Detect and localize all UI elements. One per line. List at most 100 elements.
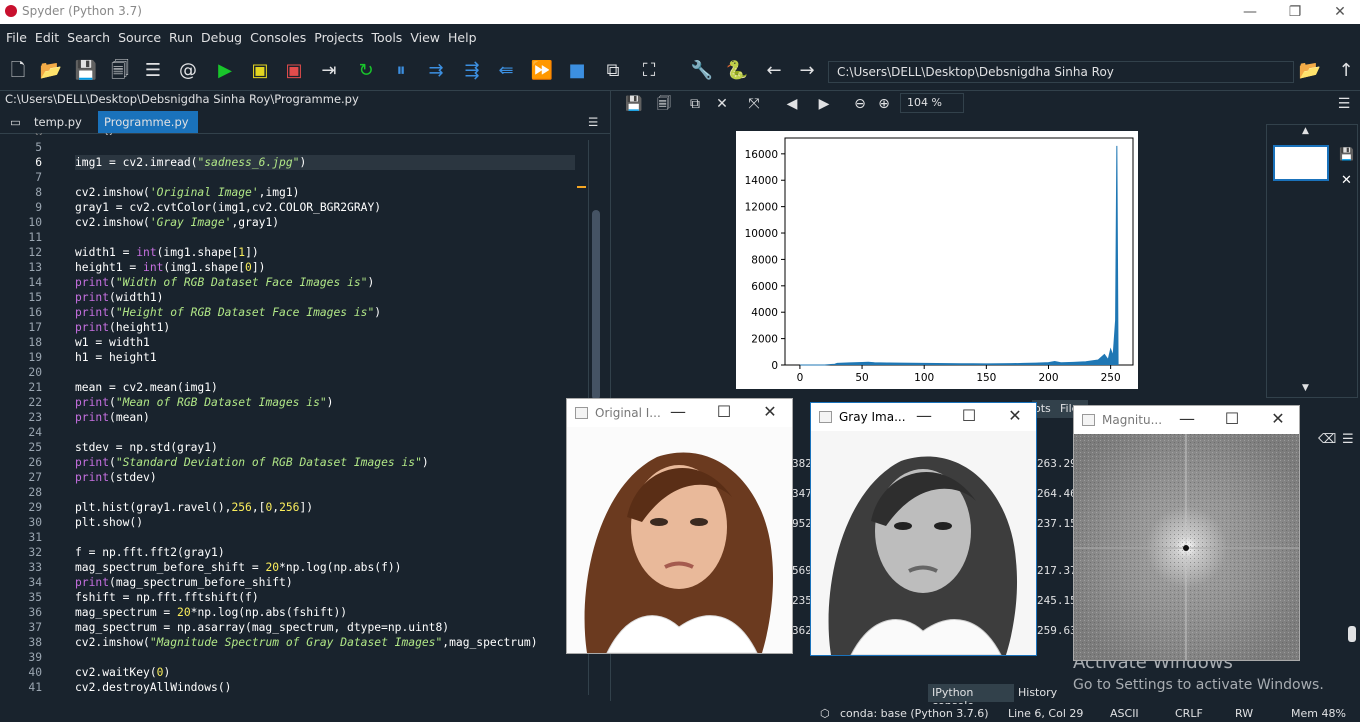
thumb-close-icon[interactable]: ✕ [1341, 173, 1352, 188]
run-cell-icon[interactable]: ▣ [248, 60, 272, 82]
thumbs-scroll-up-icon[interactable]: ▲ [1302, 126, 1309, 136]
code-line[interactable]: mean = cv2.mean(img1) [75, 380, 575, 395]
code-line[interactable] [75, 365, 575, 380]
menu-tools[interactable]: Tools [366, 24, 405, 45]
plot-thumbnail[interactable] [1273, 145, 1329, 181]
editor-scroll-thumb[interactable] [592, 210, 600, 400]
preferences-icon[interactable]: 🔧 [690, 60, 714, 82]
thumbs-scroll-down-icon[interactable]: ▼ [1302, 383, 1309, 393]
code-line[interactable]: mag_spectrum_before_shift = 20*np.log(np… [75, 560, 575, 575]
menu-projects[interactable]: Projects [308, 24, 365, 45]
menu-help[interactable]: Help [442, 24, 479, 45]
zoom-level-input[interactable]: 104 % [900, 93, 964, 113]
clear-console-icon[interactable]: ⌫ [1318, 432, 1336, 447]
code-line[interactable]: mag_spectrum = np.asarray(mag_spectrum, … [75, 620, 575, 635]
code-line[interactable]: print("Standard Deviation of RGB Dataset… [75, 455, 575, 470]
maximize-icon[interactable]: ☐ [709, 402, 739, 421]
original-image-window[interactable]: Original I... — ☐ ✕ [566, 398, 793, 654]
magnitude-spectrum-window[interactable]: Magnitu... — ☐ ✕ [1073, 405, 1300, 661]
code-line[interactable]: print("Mean of RGB Dataset Images is") [75, 395, 575, 410]
debug-icon[interactable]: ⏸ [389, 60, 413, 82]
menu-file[interactable]: File [0, 24, 29, 45]
list-icon[interactable]: ☰ [141, 60, 165, 82]
thumb-save-icon[interactable]: 💾 [1339, 147, 1354, 161]
menu-debug[interactable]: Debug [195, 24, 244, 45]
code-line[interactable]: mag_spectrum = 20*np.log(np.abs(fshift)) [75, 605, 575, 620]
maximize-icon[interactable]: ☐ [1217, 409, 1247, 428]
code-line[interactable]: h1 = height1 [75, 350, 575, 365]
step-icon[interactable]: ⇉ [424, 60, 448, 82]
code-line[interactable] [75, 485, 575, 500]
console-options-icon[interactable]: ☰ [1342, 432, 1354, 447]
remove-all-plots-icon[interactable]: ⤧ [742, 93, 766, 115]
code-line[interactable] [75, 140, 575, 155]
code-line[interactable]: plt.show() [75, 515, 575, 530]
code-line[interactable] [75, 425, 575, 440]
code-line[interactable]: print(height1) [75, 320, 575, 335]
zoom-in-icon[interactable]: ⊕ [872, 93, 896, 115]
run-cell-advance-icon[interactable]: ▣ [282, 60, 306, 82]
code-line[interactable]: w1 = width1 [75, 335, 575, 350]
minimize-icon[interactable]: — [909, 406, 939, 425]
menu-search[interactable]: Search [61, 24, 112, 45]
save-icon[interactable]: 💾 [74, 60, 98, 82]
code-line[interactable]: height1 = int(img1.shape[0]) [75, 260, 575, 275]
code-line[interactable]: print(mean) [75, 410, 575, 425]
code-line[interactable]: print("Width of RGB Dataset Face Images … [75, 275, 575, 290]
menu-edit[interactable]: Edit [29, 24, 61, 45]
menu-view[interactable]: View [404, 24, 442, 45]
stop-icon[interactable]: ■ [565, 60, 589, 82]
code-line[interactable]: print(width1) [75, 290, 575, 305]
python-path-icon[interactable]: 🐍 [725, 60, 749, 82]
save-all-plots-icon[interactable]: 🗐 [652, 93, 676, 115]
tab-ipython-console[interactable]: IPython console [928, 684, 1014, 712]
code-line[interactable]: gray1 = cv2.cvtColor(img1,cv2.COLOR_BGR2… [75, 200, 575, 215]
code-line[interactable]: stdev = np.std(gray1) [75, 440, 575, 455]
code-line[interactable] [75, 230, 575, 245]
code-line[interactable] [75, 170, 575, 185]
maximize-button[interactable]: ❐ [1275, 1, 1315, 23]
tab-temp[interactable]: temp.py × [28, 111, 96, 143]
at-icon[interactable]: @ [176, 60, 200, 82]
code-line[interactable]: cv2.imshow("Magnitude Spectrum of Gray D… [75, 635, 575, 650]
code-line[interactable]: print(mag_spectrum_before_shift) [75, 575, 575, 590]
close-icon[interactable]: ✕ [1000, 406, 1030, 425]
browse-tabs-icon[interactable]: ▭ [4, 111, 26, 133]
step-return-icon[interactable]: ⇚ [494, 60, 518, 82]
zoom-out-icon[interactable]: ⊖ [848, 93, 872, 115]
maximize-pane-icon[interactable]: ⧉ [601, 60, 625, 82]
fullscreen-icon[interactable]: ⛶ [637, 60, 661, 82]
minimize-button[interactable]: — [1230, 1, 1270, 23]
tab-programme[interactable]: Programme.py × [98, 111, 198, 143]
code-line[interactable]: f = np.fft.fft2(gray1) [75, 545, 575, 560]
code-line[interactable]: cv2.imshow('Gray Image',gray1) [75, 215, 575, 230]
copy-plot-icon[interactable]: ⧉ [683, 93, 707, 115]
previous-plot-icon[interactable]: ◀ [780, 93, 804, 115]
code-line[interactable]: print(stdev) [75, 470, 575, 485]
code-line[interactable]: cv2.imshow('Original Image',img1) [75, 185, 575, 200]
tab-history[interactable]: History [1014, 684, 1060, 702]
menu-run[interactable]: Run [163, 24, 195, 45]
save-all-icon[interactable]: 🗐 [108, 60, 132, 82]
magnitude-titlebar[interactable]: Magnitu... — ☐ ✕ [1074, 406, 1299, 434]
open-file-icon[interactable]: 📂 [39, 60, 63, 82]
run-icon[interactable]: ▶ [213, 60, 237, 82]
code-line[interactable]: cv2.waitKey(0) [75, 665, 575, 680]
menu-consoles[interactable]: Consoles [244, 24, 308, 45]
gray-image-titlebar[interactable]: Gray Ima... — ☐ ✕ [811, 403, 1036, 431]
menu-source[interactable]: Source [112, 24, 163, 45]
remove-plot-icon[interactable]: ✕ [710, 93, 734, 115]
forward-icon[interactable]: → [795, 60, 819, 82]
code-line[interactable]: img1 = cv2.imread("sadness_6.jpg") [75, 155, 575, 170]
console-scroll-thumb[interactable] [1348, 626, 1356, 642]
code-line[interactable]: plt.hist(gray1.ravel(),256,[0,256]) [75, 500, 575, 515]
save-plot-icon[interactable]: 💾 [622, 93, 646, 115]
rerun-icon[interactable]: ↻ [354, 60, 378, 82]
close-button[interactable]: ✕ [1320, 1, 1360, 23]
code-line[interactable]: print("Height of RGB Dataset Face Images… [75, 305, 575, 320]
parent-dir-icon[interactable]: ↑ [1334, 60, 1358, 82]
code-line[interactable] [75, 530, 575, 545]
original-image-titlebar[interactable]: Original I... — ☐ ✕ [567, 399, 792, 427]
working-dir-input[interactable]: C:\Users\DELL\Desktop\Debsnigdha Sinha R… [828, 61, 1294, 83]
step-into-icon[interactable]: ⇶ [460, 60, 484, 82]
